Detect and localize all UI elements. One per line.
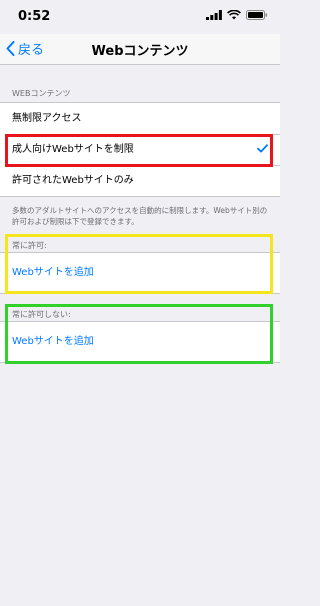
- signal-icon: [206, 10, 222, 20]
- status-icons: [206, 10, 268, 20]
- option-limit-adult[interactable]: 成人向けWebサイトを制限: [0, 134, 280, 165]
- status-bar: 0:52: [0, 0, 280, 34]
- always-allow-group: Webサイトを追加: [0, 252, 280, 294]
- battery-icon: [246, 10, 268, 20]
- section-header-never-allow: 常に許可しない:: [12, 310, 71, 319]
- option-label: 許可されたWebサイトのみ: [12, 175, 134, 186]
- option-allowed-only[interactable]: 許可されたWebサイトのみ: [0, 165, 280, 196]
- option-label: 成人向けWebサイトを制限: [12, 144, 134, 155]
- option-label: 無制限アクセス: [12, 113, 82, 124]
- status-time: 0:52: [18, 9, 51, 24]
- web-content-options: 無制限アクセス 成人向けWebサイトを制限 許可されたWebサイトのみ: [0, 102, 280, 197]
- add-website-label: Webサイトを追加: [12, 336, 94, 347]
- page-title: Webコンテンツ: [91, 44, 189, 59]
- add-website-label: Webサイトを追加: [12, 267, 94, 278]
- option-unrestricted[interactable]: 無制限アクセス: [0, 103, 280, 134]
- checkmark-icon: [257, 144, 268, 153]
- wifi-icon: [227, 10, 241, 20]
- section-footer-note: 多数のアダルトサイトへのアクセスを自動的に制限します。Webサイト別の許可および…: [12, 206, 268, 226]
- never-allow-add-website-button[interactable]: Webサイトを追加: [0, 322, 280, 362]
- never-allow-group: Webサイトを追加: [0, 321, 280, 363]
- navigation-bar: 戻る Webコンテンツ: [0, 34, 280, 65]
- section-header-web-content: WEBコンテンツ: [12, 89, 71, 98]
- section-header-always-allow: 常に許可:: [12, 241, 47, 250]
- always-allow-add-website-button[interactable]: Webサイトを追加: [0, 253, 280, 293]
